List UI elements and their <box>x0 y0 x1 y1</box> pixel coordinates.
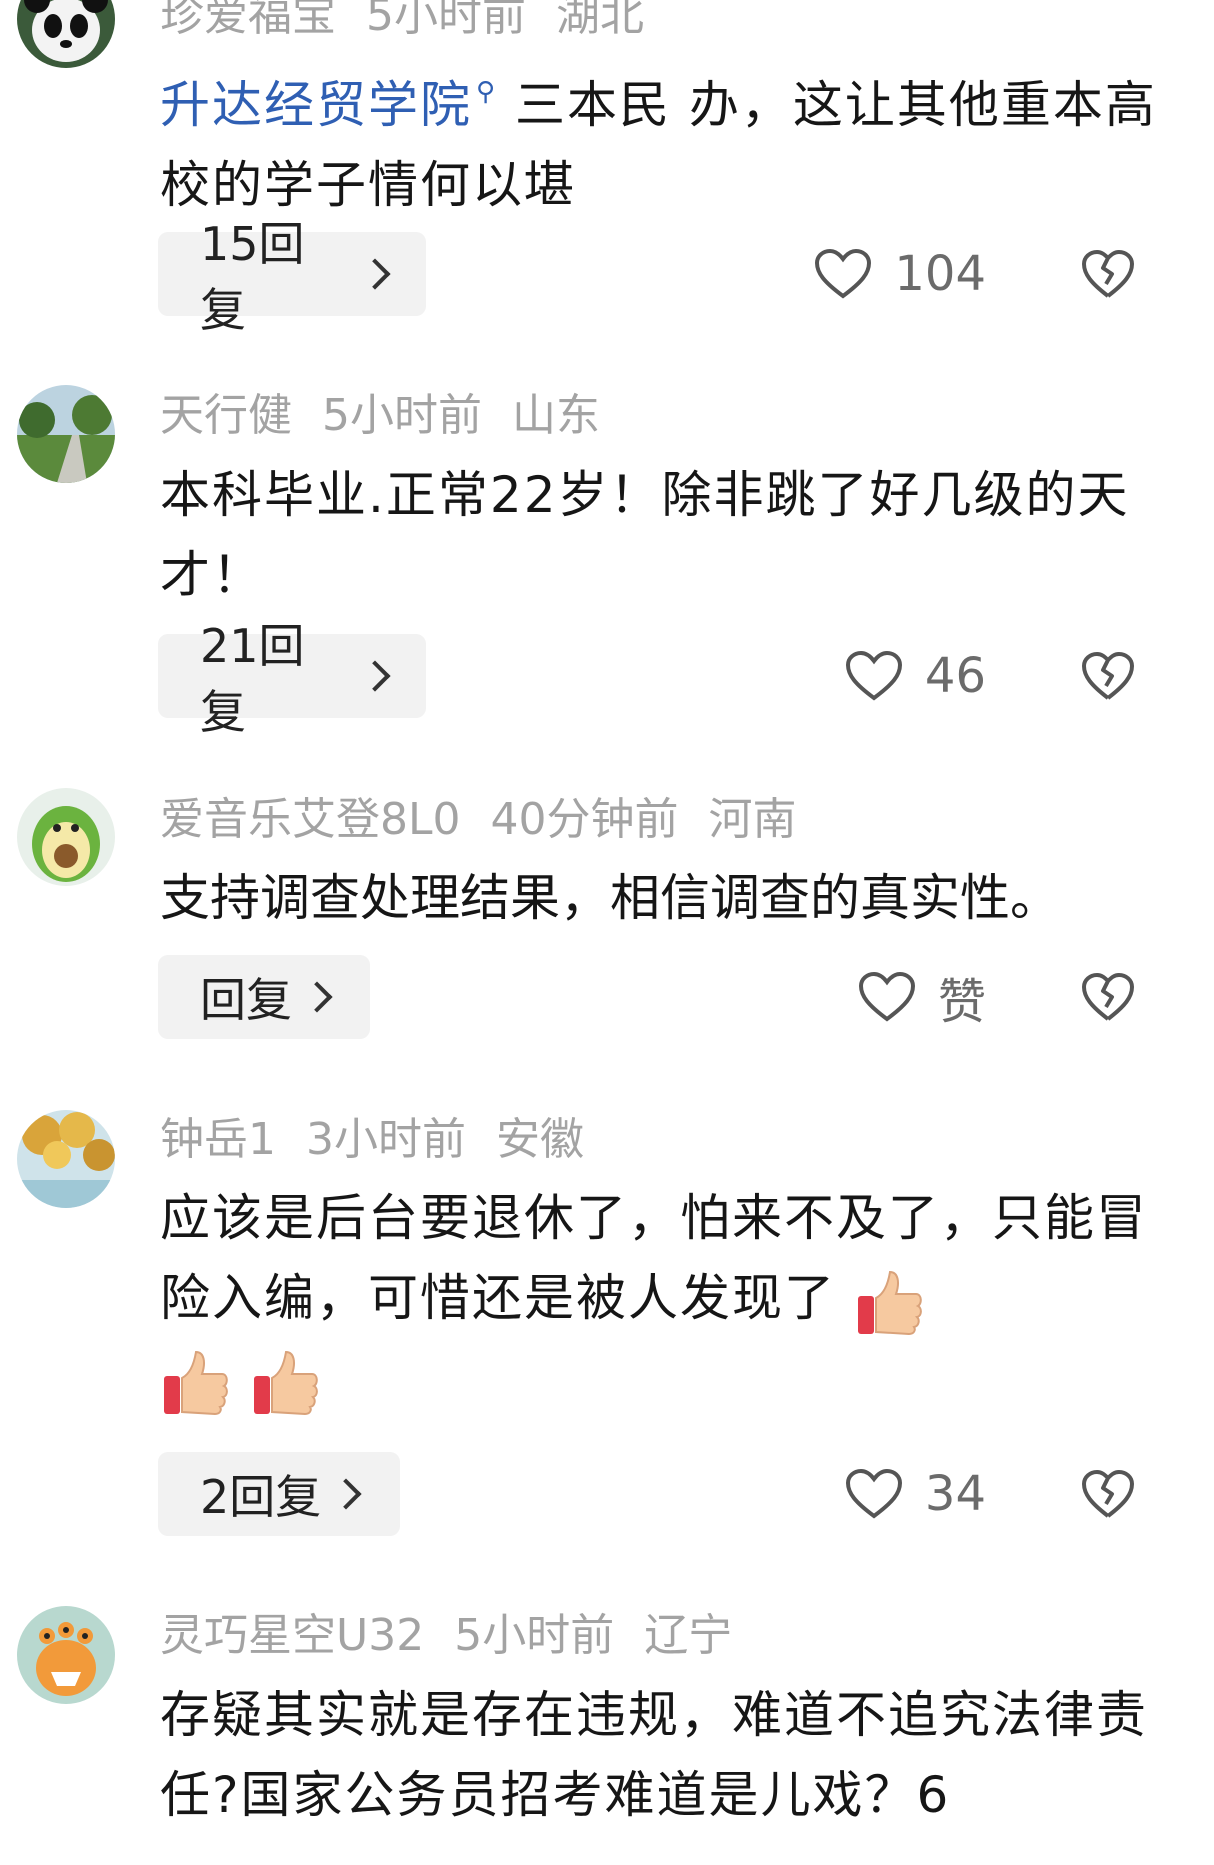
location: 湖北 <box>556 0 644 41</box>
comment-meta: 爱音乐艾登8L0 40分钟前 河南 <box>160 792 827 848</box>
thumbs-up-icon <box>857 1270 922 1335</box>
like-count: 46 <box>924 648 986 704</box>
location: 河南 <box>708 794 797 845</box>
comment-body: 支持调查处理结果，相信调查的真实性。 <box>160 869 1060 927</box>
avatar[interactable] <box>17 1110 115 1208</box>
comment-meta: 灵巧星空U32 5小时前 辽宁 <box>160 1608 762 1664</box>
like-count: 34 <box>924 1466 986 1522</box>
heart-icon <box>858 971 915 1022</box>
timestamp: 5小时前 <box>322 390 482 441</box>
reply-button[interactable]: 21回复 <box>158 619 426 739</box>
like-label: 赞 <box>937 974 986 1030</box>
comment-meta: 天行健 5小时前 山东 <box>160 388 630 444</box>
broken-heart-icon[interactable] <box>1080 1466 1136 1522</box>
broken-heart-icon[interactable] <box>1080 648 1136 704</box>
timestamp: 40分钟前 <box>490 794 679 845</box>
like-button[interactable]: 34 <box>845 1452 986 1536</box>
avatar[interactable] <box>17 0 115 68</box>
timestamp: 5小时前 <box>454 1610 615 1661</box>
username[interactable]: 天行健 <box>160 390 292 441</box>
comment-meta: 珍爱福宝 5小时前 湖北 <box>160 0 674 44</box>
chevron-right-icon <box>330 1478 362 1510</box>
thumbs-up-icon <box>164 1350 228 1415</box>
location: 山东 <box>512 390 600 441</box>
reply-button[interactable]: 回复 <box>158 955 370 1039</box>
comment-meta: 钟岳1 3小时前 安徽 <box>160 1112 614 1168</box>
reply-button[interactable]: 2回复 <box>158 1452 400 1536</box>
broken-heart-icon[interactable] <box>1080 969 1136 1025</box>
heart-icon <box>845 650 902 701</box>
search-link[interactable]: 升达经贸学院 <box>160 76 472 134</box>
location: 安徽 <box>496 1114 584 1165</box>
heart-icon <box>815 248 872 299</box>
reply-label: 2回复 <box>200 1470 322 1524</box>
reply-label: 21回复 <box>200 619 305 739</box>
comment-text: 升达经贸学院 ⚲ 三本民 办，这让其他重本高校的学子情何以堪 <box>160 52 1160 225</box>
timestamp: 5小时前 <box>366 0 526 41</box>
reply-label: 15回复 <box>200 217 305 337</box>
timestamp: 3小时前 <box>306 1114 466 1165</box>
reply-label: 回复 <box>200 973 292 1027</box>
username[interactable]: 灵巧星空U32 <box>160 1610 424 1661</box>
like-button[interactable]: 104 <box>814 232 986 316</box>
comment-body: 存疑其实就是存在违规，难道不追究法律责任?国家公务员招考难道是儿戏？6 <box>160 1686 1148 1824</box>
chevron-right-icon <box>359 258 391 290</box>
username[interactable]: 爱音乐艾登8L0 <box>160 794 461 845</box>
thumbs-up-icon <box>253 1350 318 1415</box>
chevron-right-icon <box>359 660 391 692</box>
comment-body: 本科毕业.正常22岁！除非跳了好几级的天才！ <box>160 466 1130 604</box>
comment-body: 应该是后台要退休了，怕来不及了，只能冒险入编，可惜还是被人发现了 <box>160 1189 1148 1327</box>
avatar[interactable] <box>17 788 115 886</box>
heart-icon <box>845 1468 902 1519</box>
username[interactable]: 钟岳1 <box>160 1114 276 1165</box>
broken-heart-icon[interactable] <box>1080 246 1136 302</box>
username[interactable]: 珍爱福宝 <box>160 0 336 41</box>
avatar[interactable] <box>17 385 115 483</box>
avatar[interactable] <box>17 1606 115 1704</box>
search-icon[interactable]: ⚲ <box>476 77 497 107</box>
chevron-right-icon <box>301 981 333 1013</box>
reply-button[interactable]: 15回复 <box>158 217 426 337</box>
like-button[interactable]: 46 <box>845 634 986 718</box>
like-count: 104 <box>894 246 986 302</box>
like-button[interactable]: 赞 <box>858 955 986 1039</box>
comment-text: 应该是后台要退休了，怕来不及了，只能冒险入编，可惜还是被人发现了 <box>160 1178 1170 1418</box>
location: 辽宁 <box>644 1610 733 1661</box>
